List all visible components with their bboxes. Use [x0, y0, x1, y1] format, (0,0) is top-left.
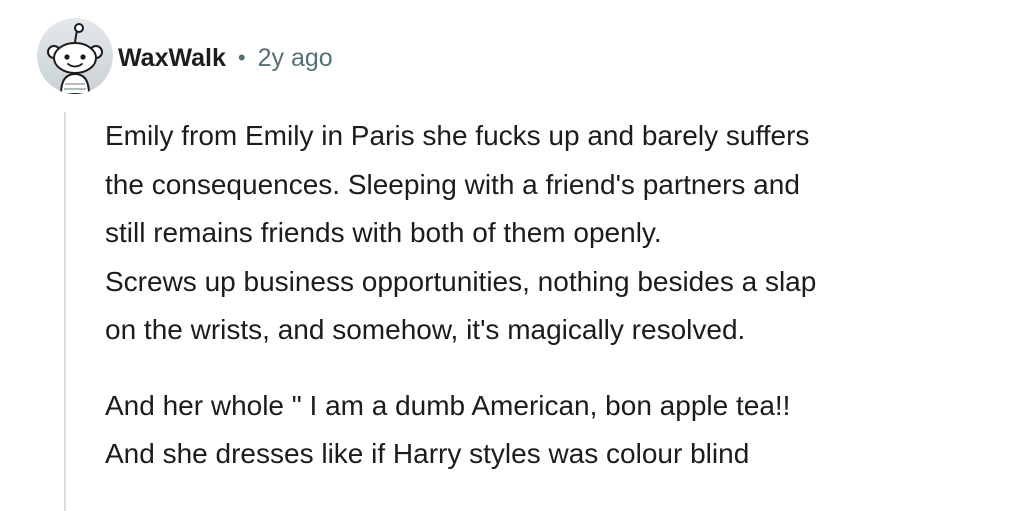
text-line: the consequences. Sleeping with a friend… — [105, 168, 800, 200]
thread-collapse-line[interactable] — [64, 112, 66, 511]
avatar[interactable] — [37, 18, 113, 94]
reddit-snoo-avatar-icon — [37, 18, 113, 94]
text-line: Screws up business opportunities, nothin… — [105, 265, 817, 297]
text-line: Emily from Emily in Paris she fucks up a… — [105, 120, 810, 151]
text-line: And she dresses like if Harry styles was… — [105, 438, 750, 469]
comment: WaxWalk • 2y ago Emily from Emily in Par… — [0, 0, 1024, 511]
comment-header: WaxWalk • 2y ago — [118, 38, 333, 78]
comment-paragraph: And her whole " I am a dumb American, bo… — [105, 382, 1010, 479]
username-link[interactable]: WaxWalk — [118, 44, 226, 73]
comment-paragraph: Emily from Emily in Paris she fucks up a… — [105, 112, 1010, 355]
timestamp[interactable]: 2y ago — [258, 44, 333, 73]
text-line: And her whole " I am a dumb American, bo… — [105, 389, 791, 421]
text-line: still remains friends with both of them … — [105, 217, 662, 248]
comment-body: Emily from Emily in Paris she fucks up a… — [105, 112, 1010, 479]
separator-dot: • — [237, 45, 246, 70]
text-line: on the wrists, and somehow, it's magical… — [105, 314, 746, 345]
